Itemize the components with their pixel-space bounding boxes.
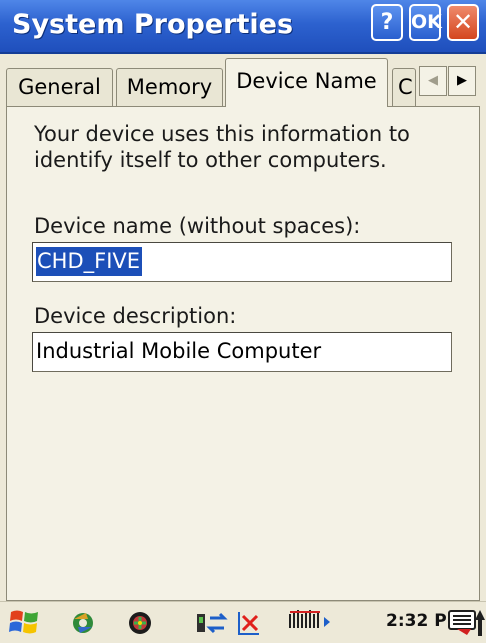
tab-next-partial[interactable]: C (392, 68, 416, 106)
ok-button[interactable]: OK (409, 4, 442, 41)
device-description-input[interactable]: Industrial Mobile Computer (32, 332, 452, 372)
device-name-value: CHD_FIVE (36, 247, 143, 276)
tab-strip: General Memory Device Name C ◀ ▶ (0, 54, 486, 107)
keyboard-icon[interactable] (447, 608, 477, 642)
start-icon[interactable] (8, 606, 42, 642)
media-icon[interactable] (126, 608, 154, 642)
up-arrow-icon[interactable] (474, 608, 486, 642)
device-name-panel: Your device uses this information to ide… (6, 106, 480, 601)
tab-memory[interactable]: Memory (116, 68, 223, 106)
tab-scroll-right-button[interactable]: ▶ (448, 66, 476, 96)
title-bar: System Properties ? OK ✕ (0, 0, 486, 54)
network-disconnected-icon[interactable] (236, 608, 262, 642)
tab-general[interactable]: General (6, 68, 113, 106)
intro-text-line2: identify itself to other computers. (34, 148, 387, 172)
device-name-label: Device name (without spaces): (34, 214, 361, 238)
connectivity-icon[interactable] (196, 608, 236, 642)
tab-device-name[interactable]: Device Name (225, 58, 388, 107)
intro-text-line1: Your device uses this information to (34, 122, 410, 146)
close-button[interactable]: ✕ (447, 4, 479, 41)
tab-scroll-left-button[interactable]: ◀ (419, 66, 447, 96)
device-description-label: Device description: (34, 304, 237, 328)
window-title: System Properties (12, 9, 294, 40)
signal-icon[interactable] (288, 608, 334, 642)
sync-icon[interactable] (68, 608, 98, 642)
device-name-input[interactable]: CHD_FIVE (32, 242, 452, 282)
help-button[interactable]: ? (371, 4, 403, 41)
taskbar: 2:32 PM (0, 601, 486, 643)
tab-scroll-control: ◀ ▶ (419, 66, 476, 96)
